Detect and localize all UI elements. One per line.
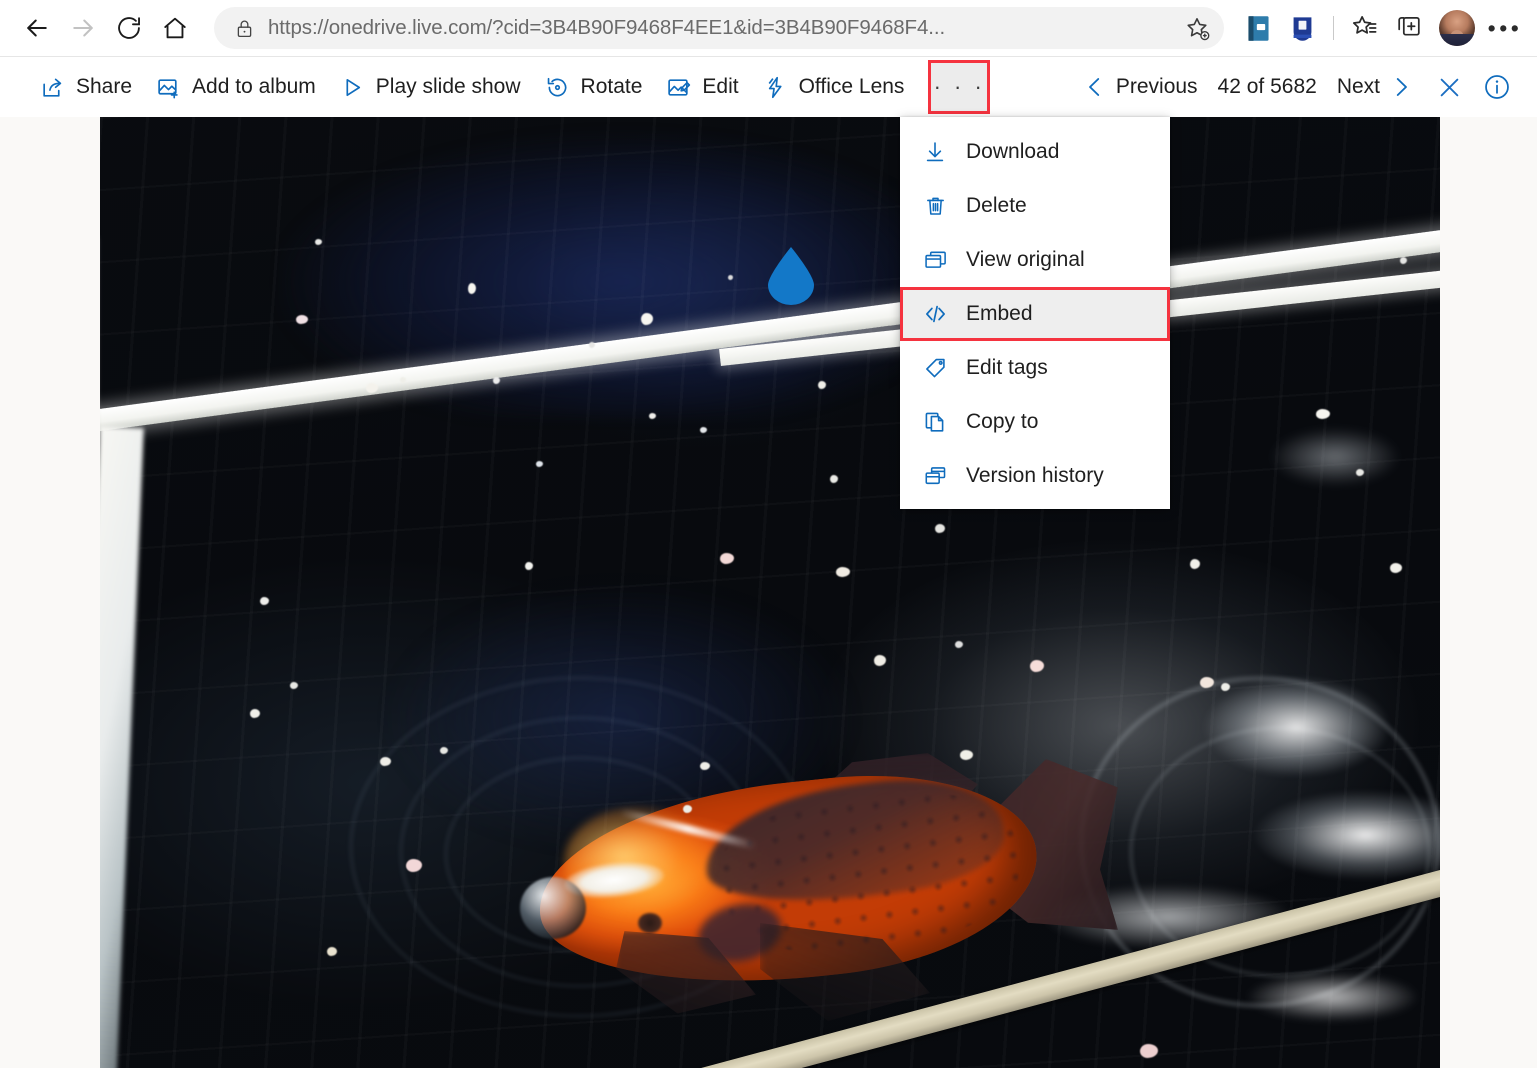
refresh-button[interactable] [106,5,152,51]
copy-icon [918,407,952,437]
share-icon [40,75,65,100]
collections-icon [1398,16,1420,36]
url-text[interactable]: https://onedrive.live.com/?cid=3B4B90F94… [268,16,1180,40]
menu-label: View original [966,248,1085,271]
office-lens-button[interactable]: Office Lens [751,60,917,114]
previous-button[interactable]: Previous [1074,60,1202,114]
close-viewer-button[interactable] [1422,74,1477,101]
add-to-album-icon [156,75,181,100]
drop-icon [768,247,814,305]
menu-label: Copy to [966,410,1039,433]
menu-item-delete[interactable]: Delete [900,179,1170,233]
next-label: Next [1336,75,1380,98]
book-icon [1247,15,1269,41]
edit-image-icon [666,75,691,100]
code-brackets-icon [918,299,952,329]
menu-label: Download [966,140,1060,163]
koi-eye [638,913,662,933]
profile-avatar[interactable] [1439,10,1475,46]
download-icon [918,137,952,167]
office-lens-label: Office Lens [798,75,905,98]
share-button[interactable]: Share [28,60,144,114]
water-bubble [520,877,586,939]
onedrive-command-bar: Share Add to album Play slide show Rotat… [0,57,1537,117]
toolbar-divider [1333,16,1334,40]
next-button[interactable]: Next [1333,60,1422,114]
trash-icon [918,191,952,221]
favorites-button[interactable] [1343,6,1387,50]
menu-item-view-original[interactable]: View original [900,233,1170,287]
menu-item-download[interactable]: Download [900,125,1170,179]
menu-item-copy-to[interactable]: Copy to [900,395,1170,449]
menu-item-version-history[interactable]: Version history [900,449,1170,503]
back-arrow-icon [27,19,47,37]
play-icon [340,75,365,100]
photo-image[interactable] [100,117,1440,1068]
command-bar-left-group: Share Add to album Play slide show Rotat… [28,60,991,114]
rotate-button[interactable]: Rotate [533,60,655,114]
refresh-icon [118,17,140,39]
browser-toolbar: https://onedrive.live.com/?cid=3B4B90F94… [0,0,1537,57]
window-stack-icon [918,245,952,275]
more-commands-button[interactable]: · · · [928,60,991,114]
share-label: Share [76,75,133,98]
menu-label: Embed [966,302,1033,325]
menu-label: Edit tags [966,356,1048,379]
home-button[interactable] [152,5,198,51]
collections-button[interactable] [1387,6,1431,50]
forward-button[interactable] [60,5,106,51]
ellipsis-icon: ••• [1487,14,1523,41]
back-button[interactable] [14,5,60,51]
menu-label: Delete [966,194,1027,217]
ellipsis-icon: · · · [933,74,986,99]
address-bar[interactable]: https://onedrive.live.com/?cid=3B4B90F94… [214,7,1224,49]
koi-fish [498,747,1118,1021]
shield-u-icon [1288,14,1316,42]
tag-icon [918,353,952,383]
browser-actions: ••• [1236,6,1537,50]
office-lens-icon [763,75,788,100]
add-favorite-icon[interactable] [1180,11,1214,45]
rotate-icon [545,75,570,100]
chevron-right-icon [1380,74,1422,100]
add-to-album-button[interactable]: Add to album [144,60,328,114]
browser-settings-button[interactable]: ••• [1483,6,1527,50]
info-button[interactable] [1477,73,1517,101]
previous-label: Previous [1115,75,1198,98]
home-icon [164,17,186,39]
version-history-icon [918,461,952,491]
photo-counter: 42 of 5682 [1217,75,1317,98]
water-glare-upper-right [1220,367,1440,547]
play-slide-show-button[interactable]: Play slide show [328,60,533,114]
menu-item-embed[interactable]: Embed [900,287,1170,341]
menu-item-edit-tags[interactable]: Edit tags [900,341,1170,395]
photo-viewer-stage [0,117,1537,1068]
menu-label: Version history [966,464,1104,487]
edit-label: Edit [702,75,739,98]
water-drop-pointer [768,247,814,305]
reading-list-extension-icon[interactable] [1236,6,1280,50]
forward-arrow-icon [73,19,93,37]
play-slide-show-label: Play slide show [375,75,521,98]
command-bar-right-group: Previous 42 of 5682 Next [1074,60,1517,114]
grammar-extension-icon[interactable] [1280,6,1324,50]
rotate-label: Rotate [580,75,643,98]
add-to-album-label: Add to album [192,75,316,98]
chevron-left-icon [1074,74,1116,100]
star-list-icon [1352,16,1377,34]
more-commands-menu: Download Delete View original Embed Edit… [900,117,1170,509]
lock-icon [232,16,256,40]
edit-button[interactable]: Edit [654,60,750,114]
